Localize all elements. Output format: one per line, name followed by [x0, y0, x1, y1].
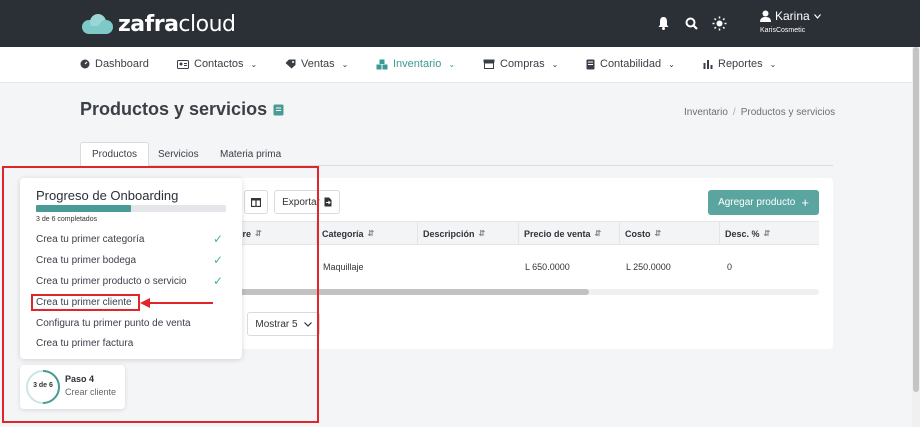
user-menu[interactable]: Karina KarisCosmetic — [760, 9, 821, 34]
step-ring-label: 3 de 6 — [33, 382, 53, 389]
nav-item-ventas[interactable]: Ventas ⌄ — [285, 58, 348, 70]
step-title: Paso 4 — [65, 374, 95, 384]
sort-icon: ⇵ — [594, 229, 602, 238]
check-icon: ✓ — [213, 274, 224, 288]
column-header-descuento[interactable]: Desc. % ⇵ — [719, 222, 770, 245]
chevron-down-icon — [813, 13, 821, 19]
nav-item-contabilidad[interactable]: Contabilidad ⌄ — [586, 58, 675, 70]
chevron-down-icon: ⌄ — [341, 59, 349, 69]
table-hscroll[interactable] — [232, 289, 819, 295]
page-title: Productos y servicios — [80, 99, 284, 120]
file-export-icon — [324, 197, 332, 207]
cloud-icon — [82, 14, 113, 34]
breadcrumb-inventario[interactable]: Inventario — [684, 107, 728, 118]
bell-icon[interactable] — [655, 14, 671, 32]
add-product-button[interactable]: Agregar producto + — [708, 190, 819, 215]
check-icon: ✓ — [213, 232, 224, 246]
tag-icon — [285, 59, 296, 69]
onboarding-progress-bar — [36, 205, 226, 212]
onboarding-panel: Progreso de Onboarding 3 de 6 completado… — [20, 178, 242, 359]
breadcrumb-current: Productos y servicios — [740, 107, 836, 118]
cell-categoria: Maquillaje — [323, 262, 364, 272]
chevron-down-icon: ⌄ — [250, 59, 258, 69]
chevron-down-icon: ⌄ — [551, 59, 559, 69]
main-nav: Dashboard Contactos ⌄ Ventas ⌄ Inventari… — [0, 47, 912, 83]
onboarding-item-producto[interactable]: Crea tu primer producto o servicio — [36, 276, 187, 287]
user-icon — [760, 10, 771, 22]
chevron-down-icon: ⌄ — [448, 59, 456, 69]
cell-precio: L 650.0000 — [525, 262, 570, 272]
user-name: Karina — [775, 9, 810, 23]
onboarding-title: Progreso de Onboarding — [36, 188, 179, 203]
onboarding-item-categoria[interactable]: Crea tu primer categoría — [36, 234, 144, 245]
step-subtitle: Crear cliente — [65, 387, 117, 397]
book-icon — [273, 104, 284, 115]
plus-icon: + — [801, 195, 809, 210]
highlight-cliente — [31, 294, 140, 311]
top-bar: zafracloud Karina KarisCosmetic — [0, 0, 920, 47]
product-tabs: Productos Servicios Materia prima — [80, 142, 833, 167]
sun-icon[interactable] — [711, 14, 727, 32]
store-icon — [483, 59, 495, 69]
onboarding-item-factura[interactable]: Crea tu primer factura — [36, 338, 133, 349]
chevron-down-icon: ⌄ — [769, 59, 777, 69]
sort-icon: ⇵ — [654, 229, 662, 238]
sort-icon: ⇵ — [763, 229, 771, 238]
sort-icon: ⇵ — [367, 229, 375, 238]
onboarding-item-punto-venta[interactable]: Configura tu primer punto de venta — [36, 318, 191, 329]
column-header-categoria[interactable]: Categoría ⇵ — [316, 222, 374, 245]
nav-item-reportes[interactable]: Reportes ⌄ — [703, 58, 776, 70]
onboarding-count: 3 de 6 completados — [36, 216, 98, 223]
table-header: bre ⇵ Categoría ⇵ Descripción ⇵ Precio de v… — [232, 221, 819, 245]
brand-logo[interactable]: zafracloud — [80, 9, 236, 39]
onboarding-progress-fill — [36, 205, 131, 212]
column-header-descripcion[interactable]: Descripción ⇵ — [417, 222, 485, 245]
brand-name: zafracloud — [118, 11, 236, 37]
header-icons — [655, 14, 727, 32]
nav-item-inventario[interactable]: Inventario ⌄ — [376, 58, 455, 70]
boxes-icon — [376, 59, 388, 69]
company-name: KarisCosmetic — [760, 27, 806, 34]
cell-descuento: 0 — [727, 262, 733, 272]
search-icon[interactable] — [683, 14, 699, 32]
tab-materia-prima[interactable]: Materia prima — [209, 142, 292, 166]
gauge-icon — [80, 59, 90, 69]
arrow-icon — [140, 298, 213, 308]
onboarding-item-bodega[interactable]: Crea tu primer bodega — [36, 255, 136, 266]
onboarding-step-widget[interactable]: 3 de 6 Paso 4 Crear cliente — [20, 365, 125, 409]
chevron-down-icon: ⌄ — [668, 59, 675, 69]
cell-costo: L 250.0000 — [626, 262, 671, 272]
contact-card-icon — [177, 59, 189, 69]
bar-chart-icon — [703, 60, 713, 69]
sort-icon: ⇵ — [478, 229, 486, 238]
nav-item-compras[interactable]: Compras ⌄ — [483, 58, 558, 70]
column-header-precio[interactable]: Precio de venta ⇵ — [518, 222, 601, 245]
tab-servicios[interactable]: Servicios — [147, 142, 210, 166]
page-scrollbar[interactable] — [912, 47, 920, 427]
check-icon: ✓ — [213, 253, 224, 267]
nav-item-contactos[interactable]: Contactos ⌄ — [177, 58, 257, 70]
nav-item-dashboard[interactable]: Dashboard — [80, 58, 149, 70]
ledger-icon — [586, 59, 595, 69]
page-scrollbar-thumb[interactable] — [913, 47, 919, 392]
column-header-costo[interactable]: Costo ⇵ — [619, 222, 661, 245]
breadcrumb: Inventario / Productos y servicios — [684, 107, 836, 118]
tab-productos[interactable]: Productos — [80, 142, 150, 167]
